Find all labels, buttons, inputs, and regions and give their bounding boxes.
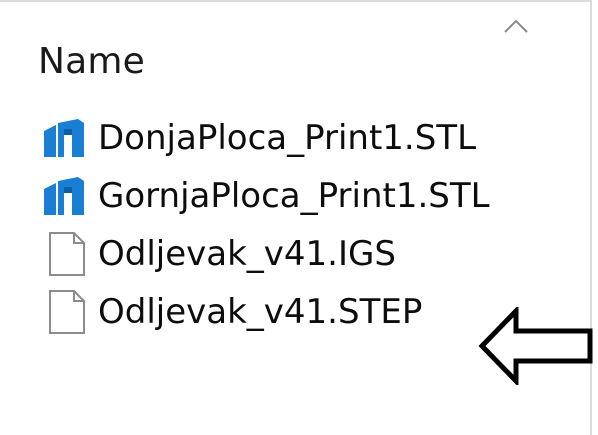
file-name: Odljevak_v41.STEP <box>98 292 423 332</box>
file-name: Odljevak_v41.IGS <box>98 234 396 274</box>
blank-file-icon <box>38 231 98 277</box>
stl-file-icon <box>38 173 98 219</box>
pane-border-top <box>0 0 592 10</box>
name-column-header[interactable]: Name <box>38 40 145 84</box>
left-arrow-icon <box>478 307 593 385</box>
list-item[interactable]: Odljevak_v41.IGS <box>38 229 578 279</box>
file-name: DonjaPloca_Print1.STL <box>98 118 477 158</box>
chevron-up-icon[interactable] <box>503 18 529 34</box>
list-item[interactable]: GornjaPloca_Print1.STL <box>38 171 578 221</box>
file-name: GornjaPloca_Print1.STL <box>98 176 490 216</box>
list-item[interactable]: DonjaPloca_Print1.STL <box>38 113 578 163</box>
stl-file-icon <box>38 115 98 161</box>
blank-file-icon <box>38 289 98 335</box>
